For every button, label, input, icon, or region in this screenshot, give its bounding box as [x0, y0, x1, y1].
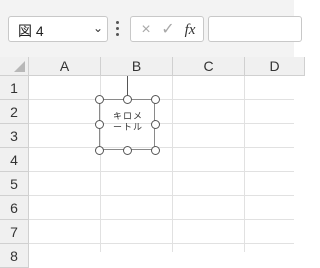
resize-handle-top-right[interactable]: [151, 95, 160, 104]
resize-handle-bottom-left[interactable]: [95, 146, 104, 155]
select-all-corner[interactable]: [0, 57, 29, 76]
row-header-1[interactable]: 1: [0, 76, 29, 100]
vertical-dots-icon[interactable]: [114, 18, 120, 38]
shape-text-line-2: ートル: [113, 122, 144, 132]
column-header-b[interactable]: B: [101, 57, 173, 76]
resize-handle-bottom-right[interactable]: [151, 146, 160, 155]
formula-buttons: × ✓ fx: [130, 16, 204, 42]
resize-handle-top-left[interactable]: [95, 95, 104, 104]
column-header-d[interactable]: D: [245, 57, 305, 76]
formula-input[interactable]: [208, 16, 302, 42]
resize-handle-right[interactable]: [151, 120, 160, 129]
row-header-4[interactable]: 4: [0, 148, 29, 172]
cancel-icon[interactable]: ×: [135, 20, 157, 40]
name-box[interactable]: 図 4 ⌄: [8, 16, 108, 42]
row-header-5[interactable]: 5: [0, 172, 29, 196]
row-header-6[interactable]: 6: [0, 196, 29, 220]
row-header-8[interactable]: 8: [0, 244, 29, 268]
resize-handle-left[interactable]: [95, 120, 104, 129]
insert-function-icon[interactable]: fx: [179, 20, 201, 40]
shape-text: キロメ ートル: [113, 111, 143, 133]
chevron-down-icon[interactable]: ⌄: [93, 21, 103, 35]
row-header-2[interactable]: 2: [0, 100, 29, 124]
enter-icon[interactable]: ✓: [157, 20, 179, 40]
column-header-a[interactable]: A: [29, 57, 101, 76]
cell-grid[interactable]: [29, 76, 294, 252]
select-all-triangle-icon: [14, 61, 25, 72]
shape-text-line-1: キロメ: [113, 111, 144, 121]
row-header-3[interactable]: 3: [0, 124, 29, 148]
row-header-7[interactable]: 7: [0, 220, 29, 244]
column-header-c[interactable]: C: [173, 57, 245, 76]
formula-bar: 図 4 ⌄ × ✓ fx: [0, 0, 302, 57]
resize-handle-bottom[interactable]: [123, 146, 132, 155]
name-box-value: 図 4: [18, 23, 44, 39]
resize-handle-top[interactable]: [123, 95, 132, 104]
